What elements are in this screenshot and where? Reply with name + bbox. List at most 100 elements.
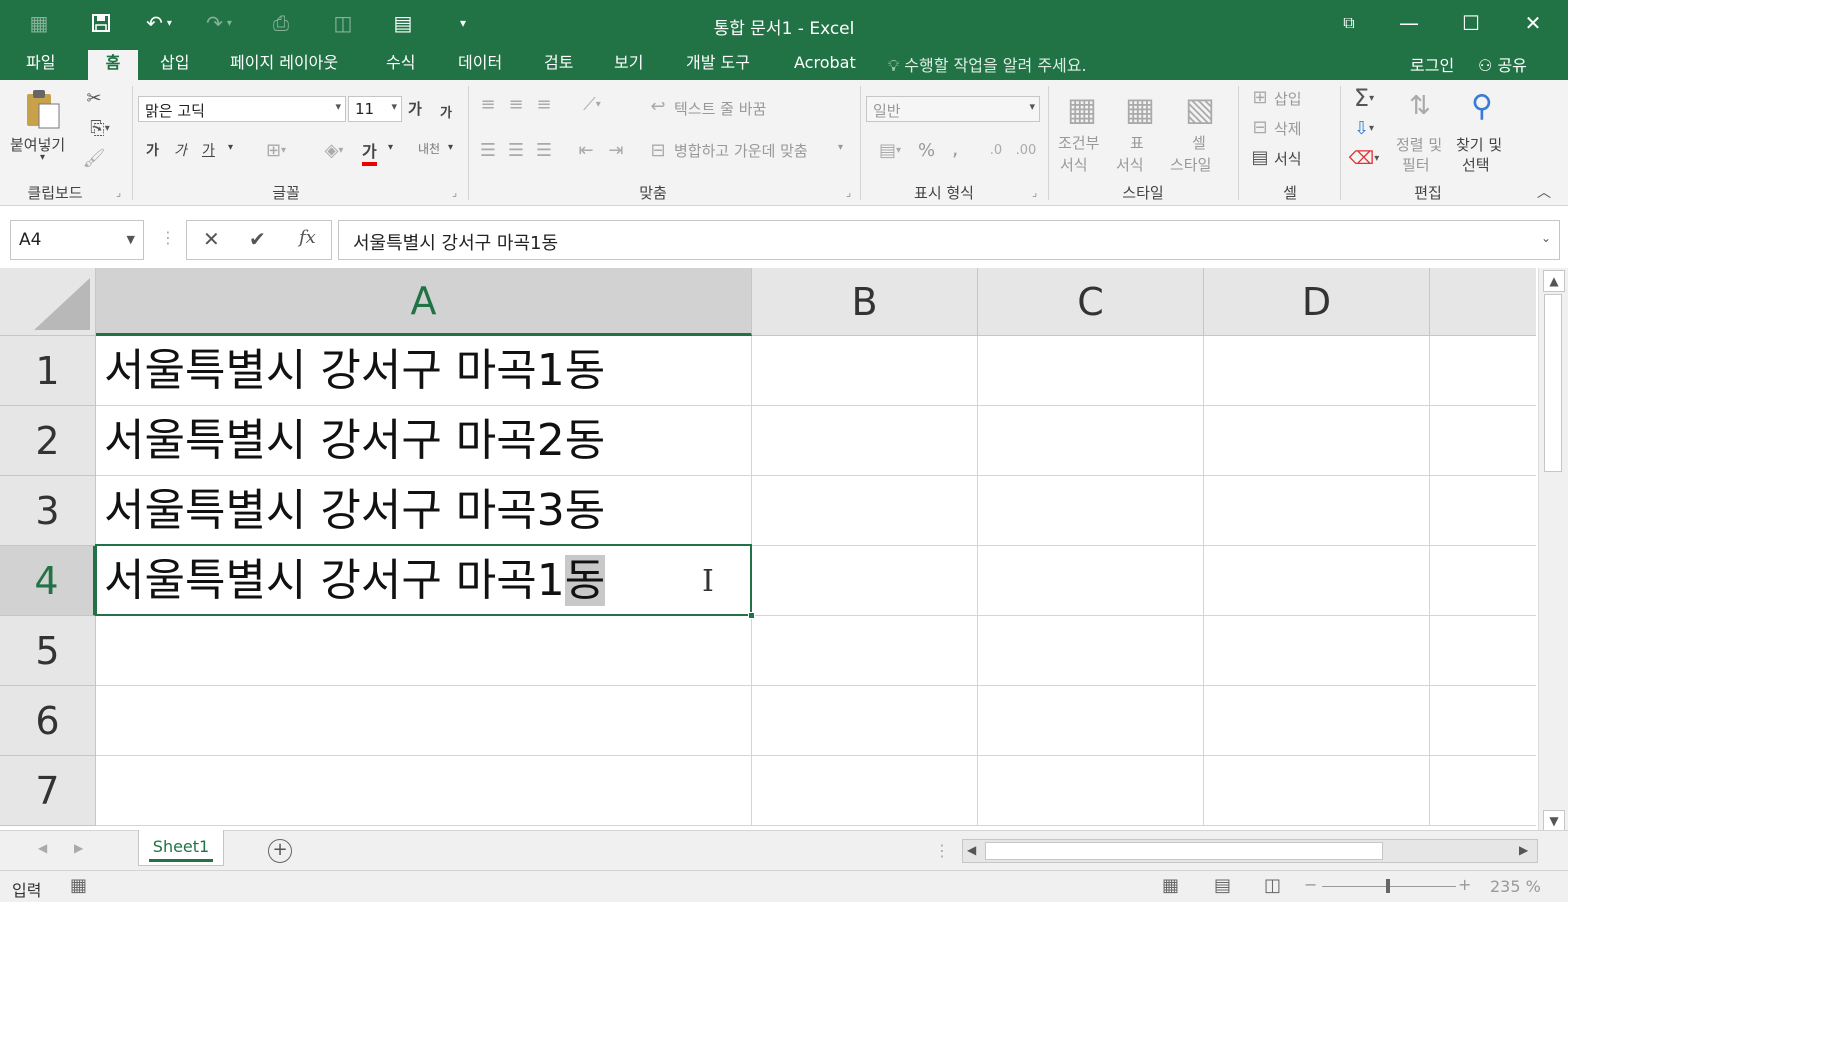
cell-b6[interactable] bbox=[752, 686, 978, 756]
tab-data[interactable]: 데이터 bbox=[448, 50, 512, 80]
wrap-text-button[interactable]: 텍스트 줄 바꿈 bbox=[674, 98, 766, 119]
expand-formula-icon[interactable]: ⌄ bbox=[1541, 231, 1551, 245]
format-cells-icon[interactable]: ▤ bbox=[1248, 146, 1272, 168]
cell-c2[interactable] bbox=[978, 406, 1204, 476]
cell-a1[interactable]: 서울특별시 강서구 마곡1동 bbox=[96, 336, 752, 406]
horizontal-scroll-thumb[interactable] bbox=[985, 842, 1383, 860]
font-size-select[interactable]: 11 ▾ bbox=[348, 96, 402, 122]
merge-icon[interactable]: ⊟ bbox=[646, 138, 670, 162]
increase-decimal-icon[interactable]: .0 bbox=[984, 138, 1008, 162]
font-color-dropdown-icon[interactable]: ▾ bbox=[388, 142, 393, 153]
add-sheet-icon[interactable]: + bbox=[268, 839, 292, 863]
scroll-up-icon[interactable]: ▲ bbox=[1543, 270, 1565, 292]
phonetic-button[interactable]: 내천 bbox=[418, 140, 440, 157]
cell-d4[interactable] bbox=[1204, 546, 1430, 616]
scroll-down-icon[interactable]: ▼ bbox=[1543, 810, 1565, 832]
cell-e5[interactable] bbox=[1430, 616, 1536, 686]
tab-view[interactable]: 보기 bbox=[604, 50, 653, 80]
merge-dropdown-icon[interactable]: ▾ bbox=[838, 142, 843, 153]
cell-c5[interactable] bbox=[978, 616, 1204, 686]
horizontal-scrollbar[interactable]: ◀ ▶ bbox=[962, 839, 1538, 863]
row-header-5[interactable]: 5 bbox=[0, 616, 96, 686]
cell-d5[interactable] bbox=[1204, 616, 1430, 686]
fill-down-icon[interactable]: ⇩ ▾ bbox=[1346, 116, 1382, 140]
close-button[interactable]: ✕ bbox=[1510, 6, 1556, 40]
font-launcher-icon[interactable]: ⌟ bbox=[452, 186, 457, 199]
row-header-4[interactable]: 4 bbox=[0, 546, 96, 616]
cell-a5[interactable] bbox=[96, 616, 752, 686]
cell-c4[interactable] bbox=[978, 546, 1204, 616]
insert-cells-icon[interactable]: ⊞ bbox=[1248, 86, 1272, 108]
conditional-formatting-icon[interactable]: ▦ bbox=[1060, 86, 1104, 132]
column-header-a[interactable]: A bbox=[96, 268, 752, 336]
share-button[interactable]: ⚇ 공유 bbox=[1478, 52, 1527, 76]
cell-b5[interactable] bbox=[752, 616, 978, 686]
row-header-1[interactable]: 1 bbox=[0, 336, 96, 406]
number-format-select[interactable]: 일반 ▾ bbox=[866, 96, 1040, 122]
column-header-e[interactable] bbox=[1430, 268, 1536, 336]
formula-bar-grip-icon[interactable]: ⋮ bbox=[160, 228, 176, 247]
cell-a6[interactable] bbox=[96, 686, 752, 756]
row-header-2[interactable]: 2 bbox=[0, 406, 96, 476]
orientation-icon[interactable]: ⟋ ▾ bbox=[570, 92, 614, 116]
cut-icon[interactable]: ✂ bbox=[82, 86, 106, 110]
cell-b4[interactable] bbox=[752, 546, 978, 616]
row-header-6[interactable]: 6 bbox=[0, 686, 96, 756]
insert-cells-button[interactable]: 삽입 bbox=[1274, 88, 1302, 109]
cell-e1[interactable] bbox=[1430, 336, 1536, 406]
zoom-slider-thumb[interactable] bbox=[1386, 879, 1390, 893]
cell-b3[interactable] bbox=[752, 476, 978, 546]
vertical-scroll-thumb[interactable] bbox=[1544, 294, 1562, 472]
find-select-label-2[interactable]: 선택 bbox=[1462, 154, 1490, 175]
paste-label[interactable]: 붙여넣기 bbox=[10, 134, 65, 155]
sheet-tab-sheet1[interactable]: Sheet1 bbox=[138, 830, 224, 866]
cell-styles-icon[interactable]: ▧ bbox=[1178, 86, 1222, 132]
formula-input[interactable]: 서울특별시 강서구 마곡1동 ⌄ bbox=[338, 220, 1560, 260]
scroll-right-icon[interactable]: ▶ bbox=[1519, 843, 1528, 857]
cell-d7[interactable] bbox=[1204, 756, 1430, 826]
login-link[interactable]: 로그인 bbox=[1410, 52, 1454, 76]
zoom-out-icon[interactable]: − bbox=[1304, 875, 1317, 894]
cell-b7[interactable] bbox=[752, 756, 978, 826]
comma-button[interactable]: , bbox=[952, 136, 958, 160]
chevron-down-icon[interactable]: ▼ bbox=[127, 233, 135, 246]
find-select-icon[interactable]: ⚲ bbox=[1460, 86, 1504, 126]
cell-c6[interactable] bbox=[978, 686, 1204, 756]
clipboard-launcher-icon[interactable]: ⌟ bbox=[116, 186, 121, 199]
tab-file[interactable]: 파일 bbox=[16, 50, 65, 80]
cell-d6[interactable] bbox=[1204, 686, 1430, 756]
cell-c1[interactable] bbox=[978, 336, 1204, 406]
format-as-table-label-2[interactable]: 서식 bbox=[1116, 154, 1144, 175]
cell-e6[interactable] bbox=[1430, 686, 1536, 756]
vertical-scrollbar[interactable]: ▲ ▼ bbox=[1538, 268, 1568, 834]
ribbon-options-button[interactable]: ⧉ bbox=[1326, 6, 1372, 40]
cell-styles-label-1[interactable]: 셀 bbox=[1192, 132, 1206, 153]
cell-a2[interactable]: 서울특별시 강서구 마곡2동 bbox=[96, 406, 752, 476]
font-name-select[interactable]: 맑은 고딕 ▾ bbox=[138, 96, 346, 122]
format-as-table-icon[interactable]: ▦ bbox=[1118, 86, 1162, 132]
underline-dropdown-icon[interactable]: ▾ bbox=[228, 142, 233, 153]
cell-styles-label-2[interactable]: 스타일 bbox=[1170, 154, 1211, 175]
tab-developer[interactable]: 개발 도구 bbox=[676, 50, 760, 80]
wrap-text-icon[interactable]: ↩ bbox=[646, 94, 670, 118]
cell-d2[interactable] bbox=[1204, 406, 1430, 476]
cell-e2[interactable] bbox=[1430, 406, 1536, 476]
align-middle-icon[interactable]: ≡ bbox=[504, 92, 528, 116]
alignment-launcher-icon[interactable]: ⌟ bbox=[846, 186, 851, 199]
align-left-icon[interactable]: ☰ bbox=[476, 138, 500, 162]
decrease-decimal-icon[interactable]: .00 bbox=[1014, 138, 1038, 162]
conditional-formatting-label-2[interactable]: 서식 bbox=[1060, 154, 1088, 175]
copy-icon[interactable]: ⎘ ▾ bbox=[82, 116, 118, 140]
find-select-label-1[interactable]: 찾기 및 bbox=[1456, 134, 1502, 155]
cell-d1[interactable] bbox=[1204, 336, 1430, 406]
autosum-icon[interactable]: Σ ▾ bbox=[1346, 84, 1382, 112]
align-bottom-icon[interactable]: ≡ bbox=[532, 92, 556, 116]
insert-function-button[interactable]: fx bbox=[299, 227, 316, 248]
minimize-button[interactable]: — bbox=[1386, 6, 1432, 40]
sort-filter-icon[interactable]: ⇅ bbox=[1398, 86, 1442, 126]
cancel-entry-button[interactable]: ✕ bbox=[203, 227, 220, 251]
enter-entry-button[interactable]: ✔ bbox=[249, 227, 266, 251]
shrink-font-button[interactable]: 가 bbox=[440, 102, 452, 121]
phonetic-dropdown-icon[interactable]: ▾ bbox=[448, 142, 453, 153]
delete-cells-button[interactable]: 삭제 bbox=[1274, 118, 1302, 139]
